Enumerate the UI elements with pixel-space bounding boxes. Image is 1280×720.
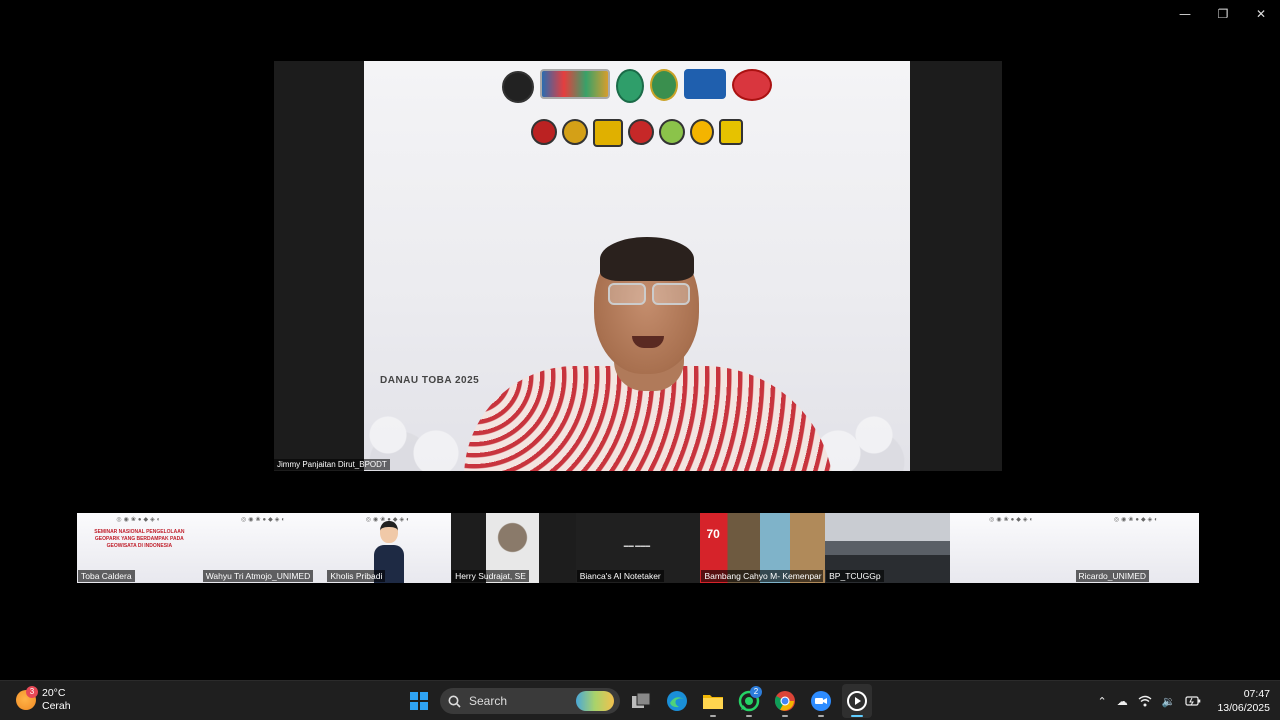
regency-emblem-1-icon [531,119,557,145]
running-indicator [782,715,788,717]
clock-date: 13/06/2025 [1217,702,1270,714]
edge-icon [667,691,687,711]
regency-emblem-6-icon [690,119,714,145]
participant-tile[interactable]: ▬▬ ▬▬▬ Bianca's AI Notetaker [575,513,701,583]
mini-logo-row: ◎◉❀●◆◈◐ [116,517,163,523]
participant-name: Ricardo_UNIMED [1075,570,1150,582]
participant-tile[interactable]: ◎◉❀●◆◈◐ Kholis Pribadi [326,513,452,583]
weather-widget[interactable]: 3 20°C Cerah [16,686,71,713]
task-view-button[interactable] [626,684,656,718]
participant-tile[interactable]: ◎◉❀●◆◈◐ [949,513,1075,583]
zoom-meeting-window: — ❐ ✕ DANAU TOBA 2025 [0,0,1280,720]
geopark-logo [616,69,644,103]
active-speaker-video: DANAU TOBA 2025 [364,61,910,471]
speaker-volume-icon[interactable]: 🔉 [1162,695,1176,708]
mini-logo-row: ◎◉❀●◆◈◐ [989,517,1036,523]
regency-emblem-5-icon [659,119,685,145]
weather-desc: Cerah [42,700,71,712]
sponsor-logos-bottom [364,119,910,147]
minimize-button[interactable]: — [1166,0,1204,28]
weather-alert-badge: 3 [26,686,38,698]
participant-tile[interactable]: 70 Bambang Cahyo M- Kemenpar [700,513,826,583]
system-clock[interactable]: 07:47 13/06/2025 [1217,687,1270,715]
cloud-offline-icon[interactable]: ☁ [1117,695,1128,708]
participant-name: Bianca's AI Notetaker [576,570,664,582]
edge-browser-button[interactable] [662,684,692,718]
wifi-icon[interactable] [1138,695,1152,707]
participant-tile[interactable]: BP_TCUGGp [825,513,950,583]
participant-name: Toba Caldera [78,570,135,582]
taskbar-apps: Search 2 [404,684,872,718]
zoom-button[interactable] [806,684,836,718]
whatsapp-button[interactable]: 2 [734,684,764,718]
mini-slide-title: SEMINAR NASIONAL PENGELOLAAN GEOPARK YAN… [94,529,185,549]
regency-emblem-7-icon [719,119,743,145]
danau-toba-logo [732,69,772,101]
restore-button[interactable]: ❐ [1204,0,1242,28]
search-label: Search [469,694,508,708]
participant-name: Bambang Cahyo M- Kemenpar [701,570,824,582]
active-indicator [851,715,863,717]
participant-tile[interactable]: ◎◉❀●◆◈◐ Ricardo_UNIMED [1074,513,1200,583]
search-highlight-icon [576,691,614,711]
participant-tile[interactable]: ◎◉❀●◆◈◐ SEMINAR NASIONAL PENGELOLAAN GEO… [77,513,202,583]
windows-logo-icon [410,692,428,710]
mini-logo-row: ◎◉❀●◆◈◐ [1113,517,1160,523]
chrome-icon [774,691,795,711]
task-view-icon [632,692,651,708]
active-speaker-name: Jimmy Panjaitan Dirut_BPODT [274,459,390,470]
weather-text: 20°C Cerah [42,687,71,713]
folder-icon [703,695,723,709]
mini-logo-row: ◎◉❀●◆◈◐ [241,517,288,523]
chrome-button[interactable] [770,684,800,718]
regency-emblem-3-icon [593,119,623,147]
chevron-up-icon[interactable]: ⌃ [1098,695,1107,708]
speaker-hair [600,237,694,281]
participant-tile[interactable]: ◎◉❀●◆◈◐ Wahyu Tri Atmojo_UNIMED [201,513,327,583]
speaker-glasses [604,283,694,307]
participant-name: Herry Sudrajat, SE [452,570,529,582]
close-button[interactable]: ✕ [1242,0,1280,28]
notetaker-logo-icon: ▬▬ ▬▬▬ [623,543,651,549]
regency-emblem-4-icon [628,119,654,145]
running-indicator [818,715,824,717]
province-emblem-logo [650,69,678,101]
participant-name: BP_TCUGGp [826,570,884,582]
system-tray: ⌃ ☁ 🔉 07:47 13/06/2025 [1098,681,1270,720]
regency-emblem-2-icon [562,119,588,145]
zoom-icon [811,691,831,711]
media-player-button[interactable] [842,684,872,718]
play-icon [847,691,867,711]
notification-badge: 2 [750,686,762,698]
university-logo [502,71,534,103]
participant-gallery: ◎◉❀●◆◈◐ SEMINAR NASIONAL PENGELOLAAN GEO… [77,513,1200,583]
clock-time: 07:47 [1243,688,1270,700]
running-indicator [710,715,716,717]
sun-icon: 3 [16,686,38,710]
start-button[interactable] [404,684,434,718]
weather-temp: 20°C [42,687,66,699]
wonderful-indonesia-logo [540,69,610,99]
participant-name: Wahyu Tri Atmojo_UNIMED [202,570,314,582]
unesco-logo [684,69,726,99]
search-icon [448,695,461,708]
window-controls: — ❐ ✕ [1166,0,1280,28]
taskbar-search[interactable]: Search [440,688,620,714]
running-indicator [746,715,752,717]
participant-name: Kholis Pribadi [327,570,386,582]
windows-taskbar: 3 20°C Cerah Search 2 ⌃ ☁ 🔉 07:47 13/06/… [0,680,1280,720]
file-explorer-button[interactable] [698,684,728,718]
battery-icon[interactable] [1185,695,1201,707]
sponsor-logos-top [364,69,910,103]
participant-tile[interactable]: Herry Sudrajat, SE [451,513,576,583]
anniversary-badge: 70 [706,527,720,541]
active-speaker-view[interactable]: DANAU TOBA 2025 Jimmy Panjaitan Dirut_BP… [274,61,1002,471]
